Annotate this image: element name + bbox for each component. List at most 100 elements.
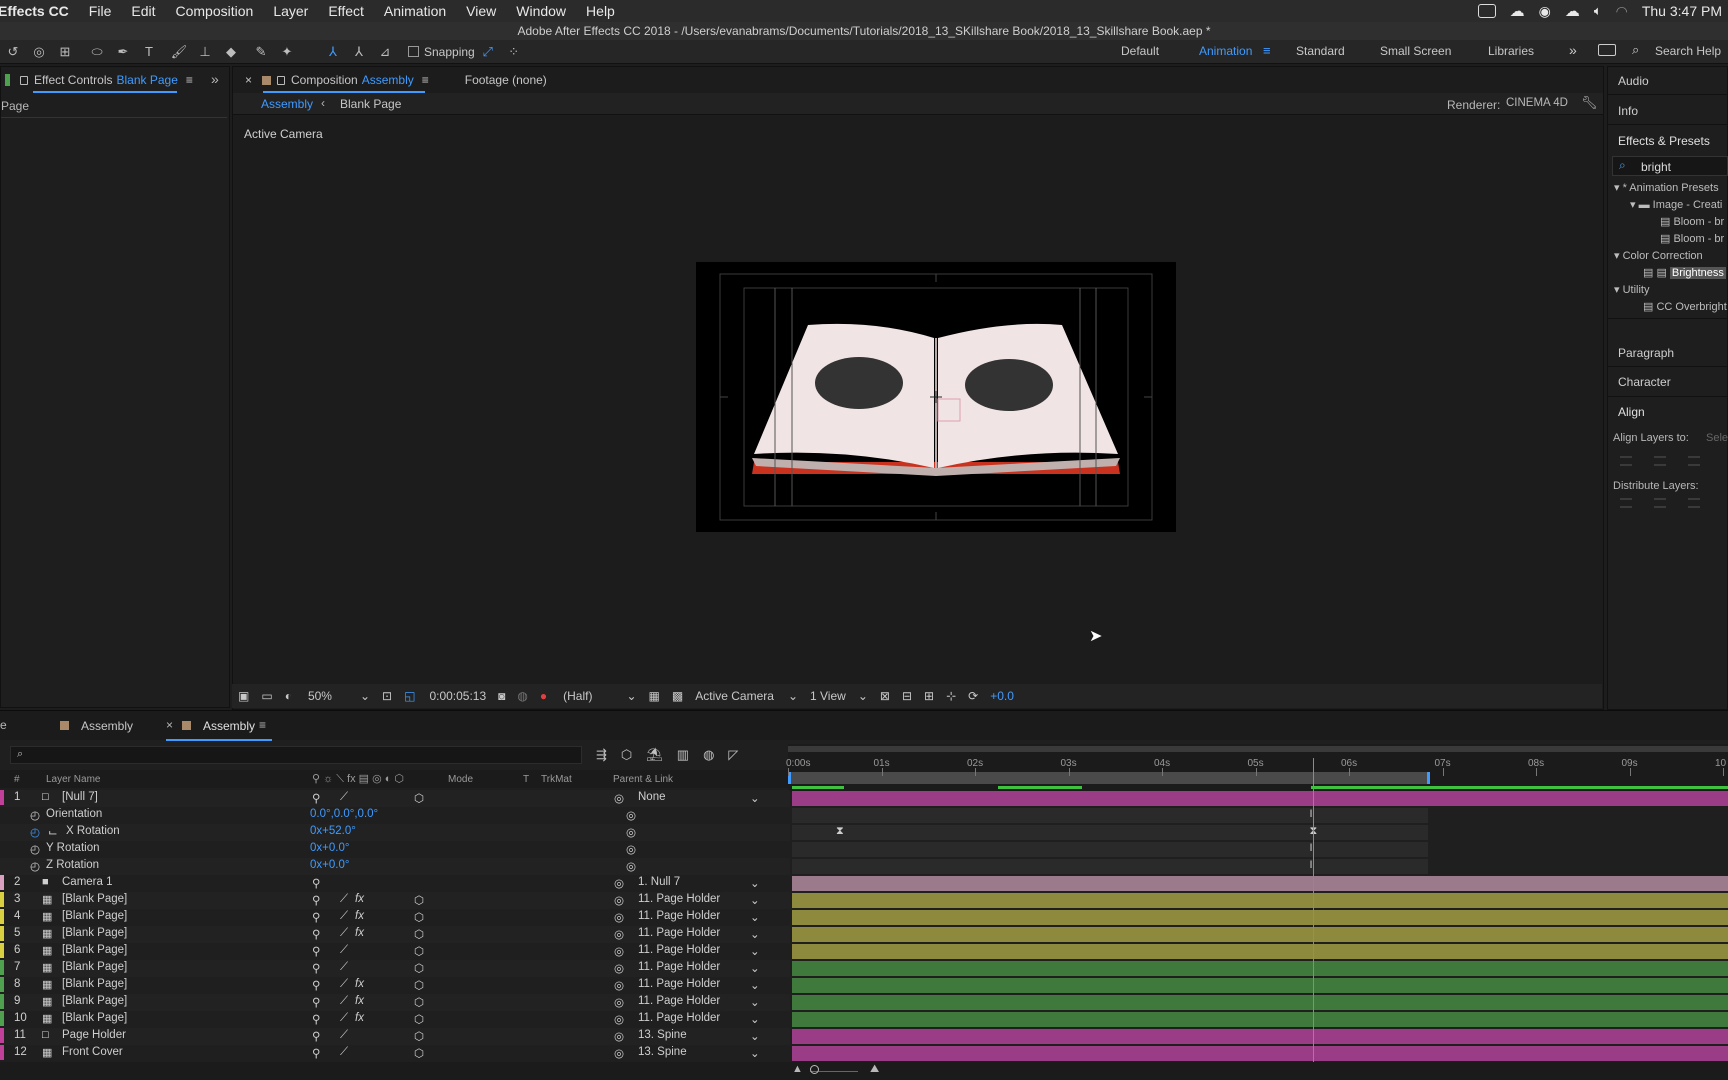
work-area-bar[interactable] <box>788 746 1728 752</box>
label-color-swatch[interactable] <box>0 1011 4 1026</box>
layer-duration-bar[interactable] <box>792 1046 1728 1061</box>
chevron-down-icon[interactable]: ⌄ <box>750 995 760 1009</box>
layer-name[interactable]: Camera 1 <box>62 876 113 888</box>
fx-switch-icon[interactable]: fx <box>355 910 364 922</box>
quality-switch-icon[interactable]: ⟋ <box>340 944 348 957</box>
layer-name[interactable]: Front Cover <box>62 1046 123 1058</box>
breadcrumb-assembly[interactable]: Assembly <box>261 97 313 111</box>
parent-select[interactable]: None <box>638 791 666 803</box>
label-color-swatch[interactable] <box>0 977 4 992</box>
expression-pickwhip-icon[interactable]: ◎ <box>626 808 636 822</box>
stopwatch-icon[interactable]: ◴ <box>30 808 40 822</box>
property-row[interactable]: ◴ Z Rotation 0x+0.0° ◎ <box>0 858 790 875</box>
breadcrumb-blank-page[interactable]: Blank Page <box>340 97 401 111</box>
chevron-down-icon[interactable]: ⌄ <box>750 978 760 992</box>
tree-bloom-2[interactable]: ▤ Bloom - br <box>1660 232 1724 245</box>
three-d-layer-icon[interactable]: ⬡ <box>414 927 424 941</box>
chevron-down-icon[interactable]: ⌄ <box>750 944 760 958</box>
chevron-down-icon[interactable]: ⌄ <box>626 689 636 703</box>
close-tab-icon[interactable]: × <box>245 73 252 87</box>
label-color-swatch[interactable] <box>0 1028 4 1043</box>
parent-pickwhip-icon[interactable]: ◎ <box>614 791 624 805</box>
parent-select[interactable]: 11. Page Holder <box>638 1012 720 1024</box>
property-value[interactable]: 0x+52.0° <box>310 825 356 837</box>
parent-pickwhip-icon[interactable]: ◎ <box>614 927 624 941</box>
shy-switch-icon[interactable]: ⚲ <box>312 944 320 958</box>
stopwatch-icon[interactable]: ◴ <box>30 825 40 839</box>
snapping-checkbox[interactable] <box>408 46 419 57</box>
layer-duration-bar[interactable] <box>792 893 1728 908</box>
parent-pickwhip-icon[interactable]: ◎ <box>614 1012 624 1026</box>
distribute-buttons-row[interactable] <box>1620 498 1720 508</box>
three-d-layer-icon[interactable]: ⬡ <box>414 1046 424 1060</box>
zoom-in-icon[interactable]: ⛰ <box>870 1063 879 1076</box>
parent-pickwhip-icon[interactable]: ◎ <box>614 1029 624 1043</box>
current-timecode[interactable]: 0:00:05:13 <box>429 689 486 703</box>
fit-icon[interactable]: ⊡ <box>382 689 392 703</box>
shy-switch-icon[interactable]: ⚲ <box>312 927 320 941</box>
chevron-down-icon[interactable]: ⌄ <box>750 1012 760 1026</box>
shy-switch-icon[interactable]: ⚲ <box>312 910 320 924</box>
layer-row[interactable]: 6 ▦ [Blank Page] ⚲ ⟋ ⬡ ◎ 11. Page Holder ⌄ <box>0 943 790 960</box>
menu-composition[interactable]: Composition <box>165 3 263 19</box>
close-tab-icon[interactable]: × <box>166 718 173 732</box>
chevron-down-icon[interactable]: ⌄ <box>750 927 760 941</box>
fx-switch-icon[interactable]: fx <box>355 927 364 939</box>
tree-color-correction[interactable]: ▾ Color Correction <box>1614 249 1703 262</box>
menu-help[interactable]: Help <box>576 3 625 19</box>
col-parent[interactable]: Parent & Link <box>613 774 673 785</box>
undo-rotate-icon[interactable]: ↺ <box>2 43 24 61</box>
frame-blending-icon[interactable]: ▥ <box>677 747 689 763</box>
quality-switch-icon[interactable]: ⟋ <box>340 791 348 804</box>
tree-brightness-contrast[interactable]: ▤ ▤ Brightness <box>1643 266 1726 279</box>
layer-duration-bar[interactable] <box>792 961 1728 976</box>
layer-name[interactable]: [Null 7] <box>62 791 98 803</box>
chevron-down-icon[interactable]: ⌄ <box>750 910 760 924</box>
three-d-layer-icon[interactable]: ⬡ <box>414 910 424 924</box>
close-tab-icon[interactable]: e <box>0 718 7 732</box>
chevron-down-icon[interactable]: ⌄ <box>750 876 760 890</box>
parent-select[interactable]: 1. Null 7 <box>638 876 680 888</box>
exposure-value[interactable]: +0.0 <box>990 689 1014 703</box>
layer-row[interactable]: 3 ▦ [Blank Page] ⚲ ⟋ ⬡ fx ◎ 11. Page Holder ⌄ <box>0 892 790 909</box>
parent-pickwhip-icon[interactable]: ◎ <box>614 995 624 1009</box>
align-buttons-row[interactable] <box>1620 456 1720 466</box>
property-value[interactable]: 0x+0.0° <box>310 842 349 854</box>
shy-switch-icon[interactable]: ⚲ <box>312 1012 320 1026</box>
parent-select[interactable]: 13. Spine <box>638 1029 687 1041</box>
fx-switch-icon[interactable]: fx <box>355 893 364 905</box>
track-xy-icon[interactable]: ⊞ <box>54 43 76 61</box>
label-color-swatch[interactable] <box>0 909 4 924</box>
quality-switch-icon[interactable]: ⟋ <box>340 995 348 1008</box>
layer-name[interactable]: [Blank Page] <box>62 893 127 905</box>
workspace-standard[interactable]: Standard <box>1296 44 1345 58</box>
channels-icon[interactable]: ● <box>540 689 547 703</box>
shy-switch-icon[interactable]: ⚲ <box>312 961 320 975</box>
quality-switch-icon[interactable]: ⟋ <box>340 1012 348 1025</box>
shy-switch-icon[interactable]: ⚲ <box>312 1046 320 1060</box>
parent-pickwhip-icon[interactable]: ◎ <box>614 944 624 958</box>
snap-icon[interactable]: ⤢ <box>477 43 499 61</box>
lock-icon[interactable] <box>20 75 28 85</box>
reset-exposure-icon[interactable]: ⟳ <box>968 689 978 703</box>
parent-select[interactable]: 11. Page Holder <box>638 961 720 973</box>
layer-row[interactable]: 10 ▦ [Blank Page] ⚲ ⟋ ⬡ fx ◎ 11. Page Holder ⌄ <box>0 1011 790 1028</box>
range-bar[interactable] <box>788 772 1430 784</box>
layer-name[interactable]: [Blank Page] <box>62 927 127 939</box>
layer-row[interactable]: 9 ▦ [Blank Page] ⚲ ⟋ ⬡ fx ◎ 11. Page Holder ⌄ <box>0 994 790 1011</box>
cloud-icon[interactable]: ☁ <box>1565 2 1580 20</box>
layer-row[interactable]: 11 □ Page Holder ⚲ ⟋ ⬡ ◎ 13. Spine ⌄ <box>0 1028 790 1045</box>
fast-draft-icon[interactable]: ⊟ <box>902 689 912 703</box>
show-snapshot-icon[interactable]: ◍ <box>517 689 527 703</box>
workspace-small-screen[interactable]: Small Screen <box>1380 44 1451 58</box>
roto-brush-icon[interactable]: ✎ <box>250 43 272 61</box>
shy-switch-icon[interactable]: ⚲ <box>312 876 320 890</box>
text-tool-icon[interactable]: T <box>138 43 160 61</box>
parent-pickwhip-icon[interactable]: ◎ <box>614 978 624 992</box>
three-d-layer-icon[interactable]: ⬡ <box>414 791 424 805</box>
workspace-layout-icon[interactable] <box>1598 44 1616 56</box>
chevron-down-icon[interactable]: ⌄ <box>750 1046 760 1060</box>
three-d-layer-icon[interactable]: ⬡ <box>414 995 424 1009</box>
timeline-tab-assembly-2[interactable]: Assembly <box>203 719 255 733</box>
pen-tool-icon[interactable]: ✒ <box>112 43 134 61</box>
